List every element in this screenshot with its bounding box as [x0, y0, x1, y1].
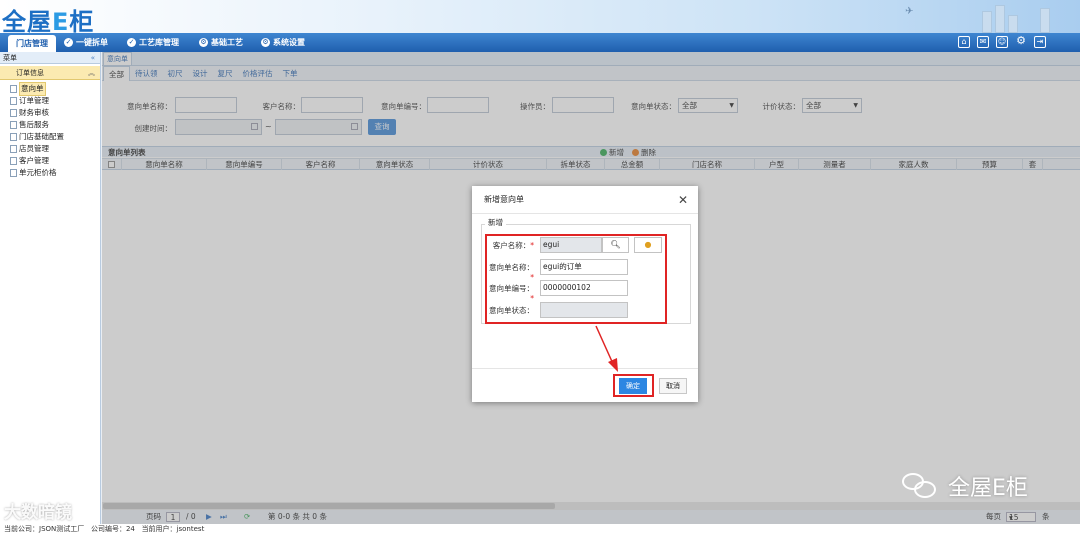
- wechat-icon: [900, 471, 940, 501]
- sidebar-list: 意向单 订单管理 财务审核 售后服务 门店基础配置 店员管理 客户管理 单元柜价…: [0, 80, 100, 179]
- document-icon: [10, 157, 17, 165]
- gear-icon: ⚙: [199, 38, 208, 47]
- highlight-box-confirm: [613, 374, 654, 397]
- document-icon: [10, 169, 17, 177]
- sidebar-item-staff[interactable]: 店员管理: [10, 143, 100, 155]
- nav-store-management[interactable]: 门店管理: [8, 35, 56, 52]
- watermark-text: 大数暗镜: [4, 503, 72, 523]
- sidebar-item-unit-price[interactable]: 单元柜价格: [10, 167, 100, 179]
- airplane-icon: ✈: [905, 6, 914, 17]
- sidebar-item-label: 售后服务: [19, 120, 49, 129]
- collapse-icon[interactable]: «: [91, 52, 95, 64]
- footer-company-no: 公司编号：24: [90, 525, 135, 533]
- check-circle-icon: ✓: [127, 38, 136, 47]
- document-icon: [10, 133, 17, 141]
- sidebar-item-label: 客户管理: [19, 156, 49, 165]
- nav-label: 基础工艺: [211, 38, 243, 47]
- nav-label: 门店管理: [16, 39, 48, 48]
- sidebar-group-label: 订单信息: [16, 69, 44, 77]
- document-icon: [10, 121, 17, 129]
- watermark-left: 大数暗镜: [4, 498, 72, 523]
- watermark-text: 全屋E柜: [948, 476, 1028, 501]
- home-icon[interactable]: ⌂: [958, 36, 970, 48]
- document-icon: [10, 85, 17, 93]
- document-icon: [10, 145, 17, 153]
- nav-label: 系统设置: [273, 38, 305, 47]
- close-icon[interactable]: ✕: [678, 186, 688, 214]
- building-decoration: [982, 11, 992, 33]
- user-icon[interactable]: ☺: [996, 36, 1008, 48]
- nav-process-library[interactable]: ✓ 工艺库管理: [123, 33, 183, 52]
- chevron-up-icon[interactable]: ︽: [88, 66, 95, 80]
- building-decoration: [995, 5, 1005, 33]
- sidebar-item-label: 财务审核: [19, 108, 49, 117]
- sidebar-item-aftersales[interactable]: 售后服务: [10, 119, 100, 131]
- fieldset-legend: 新增: [485, 217, 506, 228]
- sidebar-item-store-config[interactable]: 门店基础配置: [10, 131, 100, 143]
- nav-label: 一键拆单: [76, 38, 108, 47]
- gear-icon: ⚙: [261, 38, 270, 47]
- watermark-right: 全屋E柜: [900, 470, 1028, 502]
- document-icon: [10, 97, 17, 105]
- message-icon[interactable]: ✉: [977, 36, 989, 48]
- exit-icon[interactable]: ⇥: [1034, 36, 1046, 48]
- sidebar-title: 菜单: [3, 54, 17, 62]
- logo-text-end: 柜: [69, 8, 95, 33]
- sidebar-header: 菜单 «: [0, 52, 100, 64]
- nav-basic-process[interactable]: ⚙ 基础工艺: [195, 33, 247, 52]
- sidebar-item-label: 订单管理: [19, 96, 49, 105]
- annotation-arrow-icon: [595, 325, 618, 372]
- app-logo: 全屋E柜: [2, 2, 94, 33]
- sidebar-item-label: 店员管理: [19, 144, 49, 153]
- new-intent-dialog: 新增意向单 ✕ 新增 客户名称：* egui 🔍︎ ● 意向单名称：* egui…: [472, 186, 698, 402]
- status-footer: 当前公司：JSON测试工厂 公司编号：24 当前用户：jsontest: [0, 524, 1080, 535]
- logo-text-main: 全屋: [2, 8, 52, 33]
- dialog-header: 新增意向单 ✕: [472, 186, 698, 214]
- cancel-button[interactable]: 取消: [659, 378, 687, 394]
- sidebar-item-label: 意向单: [19, 82, 46, 96]
- check-circle-icon: ✓: [64, 38, 73, 47]
- footer-company: 当前公司：JSON测试工厂: [4, 525, 85, 533]
- building-decoration: [1040, 8, 1050, 33]
- sidebar: 菜单 « 订单信息 ︽ 意向单 订单管理 财务审核 售后服务 门店基础配置 店员…: [0, 52, 101, 524]
- header-banner: 全屋E柜 ✈: [0, 0, 1080, 33]
- document-icon: [10, 109, 17, 117]
- nav-label: 工艺库管理: [139, 38, 179, 47]
- sidebar-group-order-info[interactable]: 订单信息 ︽: [0, 66, 100, 80]
- logo-text-e: E: [52, 8, 70, 33]
- sidebar-item-customers[interactable]: 客户管理: [10, 155, 100, 167]
- sidebar-item-label: 门店基础配置: [19, 132, 64, 141]
- main-nav: 门店管理 ✓ 一键拆单 ✓ 工艺库管理 ⚙ 基础工艺 ⚙ 系统设置 ⌂ ✉ ☺ …: [0, 33, 1080, 52]
- sidebar-item-finance[interactable]: 财务审核: [10, 107, 100, 119]
- sidebar-item-intent[interactable]: 意向单: [10, 82, 100, 96]
- footer-user: 当前用户：jsontest: [141, 525, 205, 533]
- highlight-box-form: [485, 234, 667, 324]
- nav-one-click-split[interactable]: ✓ 一键拆单: [60, 33, 112, 52]
- dialog-title: 新增意向单: [484, 195, 524, 204]
- sidebar-item-orders[interactable]: 订单管理: [10, 95, 100, 107]
- nav-system-settings[interactable]: ⚙ 系统设置: [257, 33, 309, 52]
- settings-icon[interactable]: ⚙: [1015, 35, 1027, 48]
- building-decoration: [1008, 15, 1018, 33]
- sidebar-item-label: 单元柜价格: [19, 168, 57, 177]
